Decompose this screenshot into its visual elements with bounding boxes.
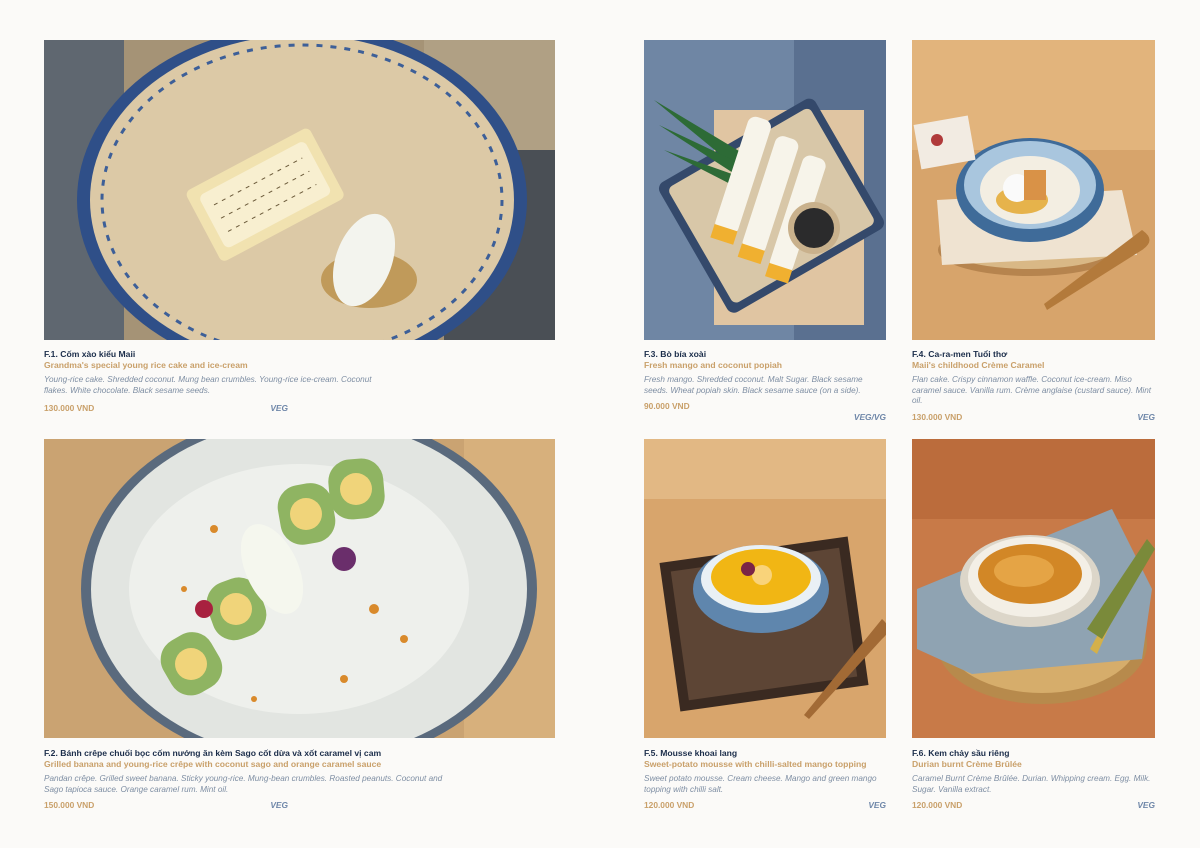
item-price: 130.000 VND xyxy=(44,403,95,413)
item-description: Sweet potato mousse. Cream cheese. Mango… xyxy=(644,774,877,794)
item-price: 120.000 VND xyxy=(644,800,695,810)
menu-item-f1: F.1. Cốm xào kiểu Maii Grandma's special… xyxy=(44,349,374,396)
menu-item-f2: F.2. Bánh crêpe chuối bọc cốm nướng ăn k… xyxy=(44,748,444,795)
item-title-en: Durian burnt Crème Brûlée xyxy=(912,759,1022,769)
item-title-vi: F.5. Mousse khoai lang xyxy=(644,748,738,758)
item-description: Pandan crêpe. Grilled sweet banana. Stic… xyxy=(44,774,443,794)
menu-item-f5: F.5. Mousse khoai lang Sweet-potato mous… xyxy=(644,748,886,795)
item-title-vi: F.4. Ca-ra-men Tuổi thơ xyxy=(912,349,1008,359)
item-price: 90.000 VND xyxy=(644,401,690,411)
diet-tag: VEG xyxy=(270,800,288,810)
item-description: Flan cake. Crispy cinnamon waffle. Cocon… xyxy=(912,375,1152,405)
item-price: 150.000 VND xyxy=(44,800,95,810)
item-price: 120.000 VND xyxy=(912,800,963,810)
item-title-vi: F.3. Bò bía xoài xyxy=(644,349,707,359)
young-rice-cake-photo xyxy=(44,40,555,340)
item-title-en: Sweet-potato mousse with chilli-salted m… xyxy=(644,759,867,769)
item-description: Young-rice cake. Shredded coconut. Mung … xyxy=(44,375,372,395)
item-description: Fresh mango. Shredded coconut. Malt Suga… xyxy=(644,375,863,395)
item-title-en: Maii's childhood Crème Caramel xyxy=(912,360,1045,370)
diet-tag: VEG/VG xyxy=(853,412,886,422)
menu-item-f3: F.3. Bò bía xoài Fresh mango and coconut… xyxy=(644,349,886,396)
item-title-vi: F.6. Kem chảy sầu riêng xyxy=(912,748,1010,758)
menu-item-f6: F.6. Kem chảy sầu riêng Durian burnt Crè… xyxy=(912,748,1155,795)
sweet-potato-mousse-photo xyxy=(644,439,886,738)
creme-brulee-photo xyxy=(912,439,1155,738)
item-title-en: Grandma's special young rice cake and ic… xyxy=(44,360,248,370)
item-title-vi: F.1. Cốm xào kiểu Maii xyxy=(44,349,136,359)
diet-tag: VEG xyxy=(1137,800,1155,810)
banana-crepe-photo xyxy=(44,439,555,738)
diet-tag: VEG xyxy=(1137,412,1155,422)
diet-tag: VEG xyxy=(270,403,288,413)
diet-tag: VEG xyxy=(868,800,886,810)
item-title-en: Grilled banana and young-rice crêpe with… xyxy=(44,759,382,769)
item-title-en: Fresh mango and coconut popiah xyxy=(644,360,782,370)
menu-item-f4: F.4. Ca-ra-men Tuổi thơ Maii's childhood… xyxy=(912,349,1155,407)
item-price: 130.000 VND xyxy=(912,412,963,422)
creme-caramel-photo xyxy=(912,40,1155,340)
mango-popiah-photo xyxy=(644,40,886,340)
item-description: Caramel Burnt Crème Brûlée. Durian. Whip… xyxy=(912,774,1151,794)
item-title-vi: F.2. Bánh crêpe chuối bọc cốm nướng ăn k… xyxy=(44,748,382,758)
